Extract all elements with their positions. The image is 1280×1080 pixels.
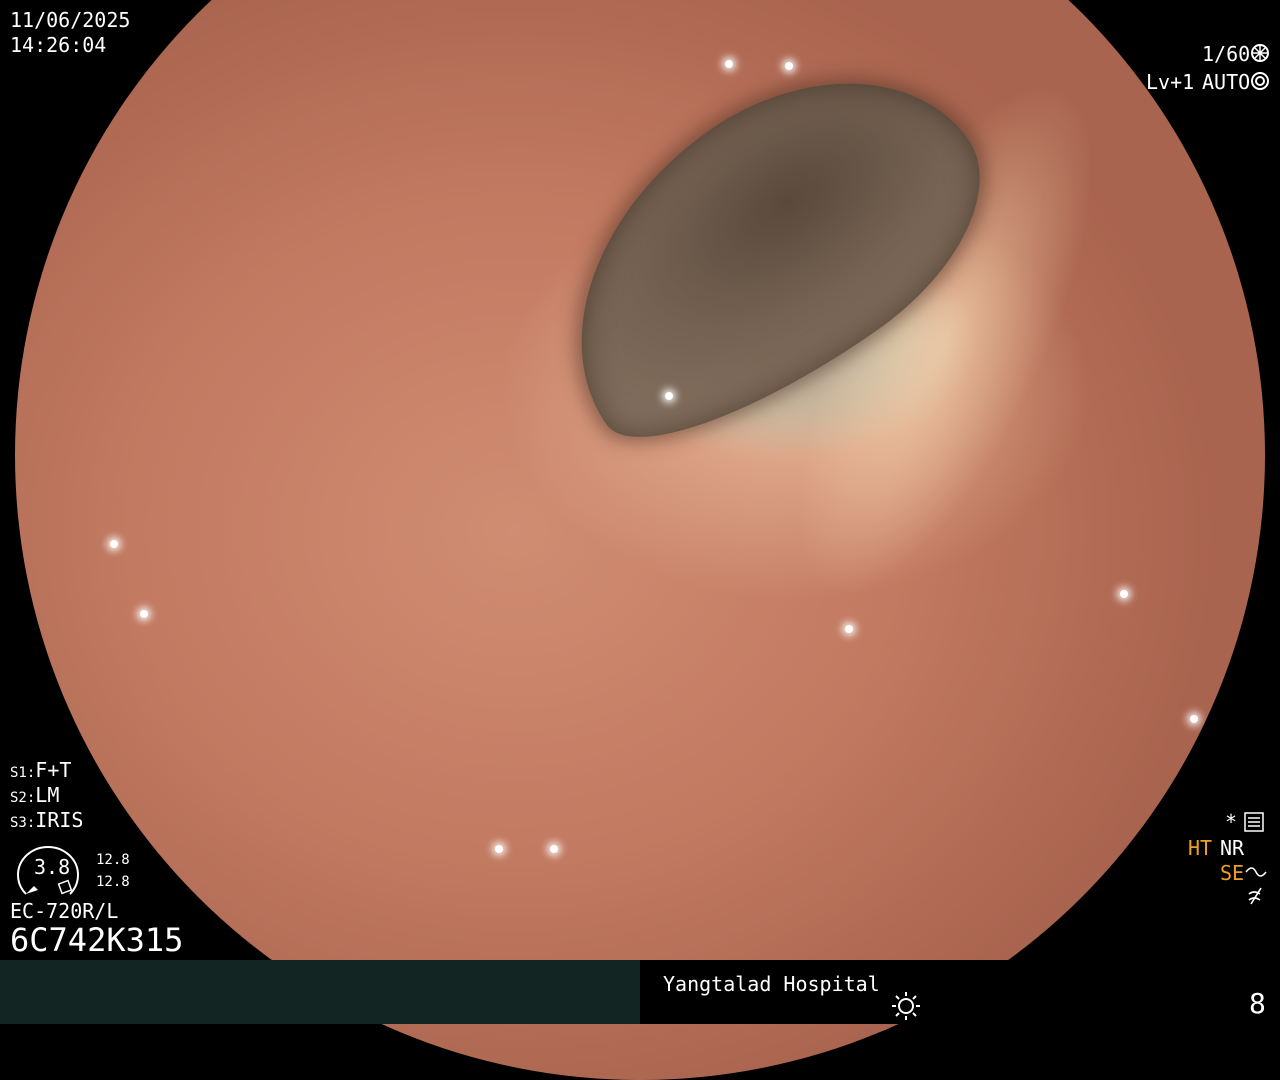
glint bbox=[140, 610, 148, 618]
glint bbox=[785, 62, 793, 70]
sun-icon bbox=[892, 992, 920, 1020]
s2-key: S2: bbox=[10, 790, 36, 806]
auto-iris-icon bbox=[1251, 72, 1269, 90]
ht-label: HT bbox=[1188, 836, 1213, 860]
se-label: SE bbox=[1220, 861, 1245, 885]
settings-icon bbox=[1244, 812, 1264, 832]
contrast-icon bbox=[1248, 887, 1262, 905]
scope-serial: 6C742K315 bbox=[10, 921, 184, 959]
glint bbox=[550, 845, 558, 853]
gauge-value: 3.8 bbox=[34, 855, 71, 879]
s3-value: IRIS bbox=[35, 808, 84, 832]
footer-left bbox=[0, 960, 640, 1024]
endoscopic-view bbox=[15, 0, 1265, 1080]
shutter-text: 1/60 bbox=[1202, 42, 1251, 66]
mode-text: AUTO bbox=[1202, 70, 1251, 94]
enhance-icon bbox=[1245, 867, 1267, 877]
glint bbox=[110, 540, 118, 548]
asterisk-marker: * bbox=[1225, 810, 1238, 834]
page-number: 8 bbox=[1249, 987, 1266, 1020]
gauge-upper: 12.8 bbox=[96, 852, 130, 868]
glint bbox=[665, 392, 673, 400]
hospital-name: Yangtalad Hospital bbox=[663, 972, 880, 996]
glint bbox=[845, 625, 853, 633]
date-text: 11/06/2025 bbox=[10, 8, 131, 32]
s2-value: LM bbox=[35, 783, 60, 807]
aperture-icon bbox=[1251, 44, 1269, 62]
level-text: Lv+1 bbox=[1146, 70, 1195, 94]
scope-model: EC-720R/L bbox=[10, 899, 119, 923]
nr-label: NR bbox=[1220, 836, 1245, 860]
glint bbox=[1120, 590, 1128, 598]
s1-value: F+T bbox=[35, 758, 72, 782]
s3-key: S3: bbox=[10, 815, 36, 831]
glint bbox=[495, 845, 503, 853]
s1-key: S1: bbox=[10, 765, 36, 781]
glint bbox=[725, 60, 733, 68]
glint bbox=[1190, 715, 1198, 723]
time-text: 14:26:04 bbox=[10, 33, 107, 57]
gauge-lower: 12.8 bbox=[96, 874, 130, 890]
